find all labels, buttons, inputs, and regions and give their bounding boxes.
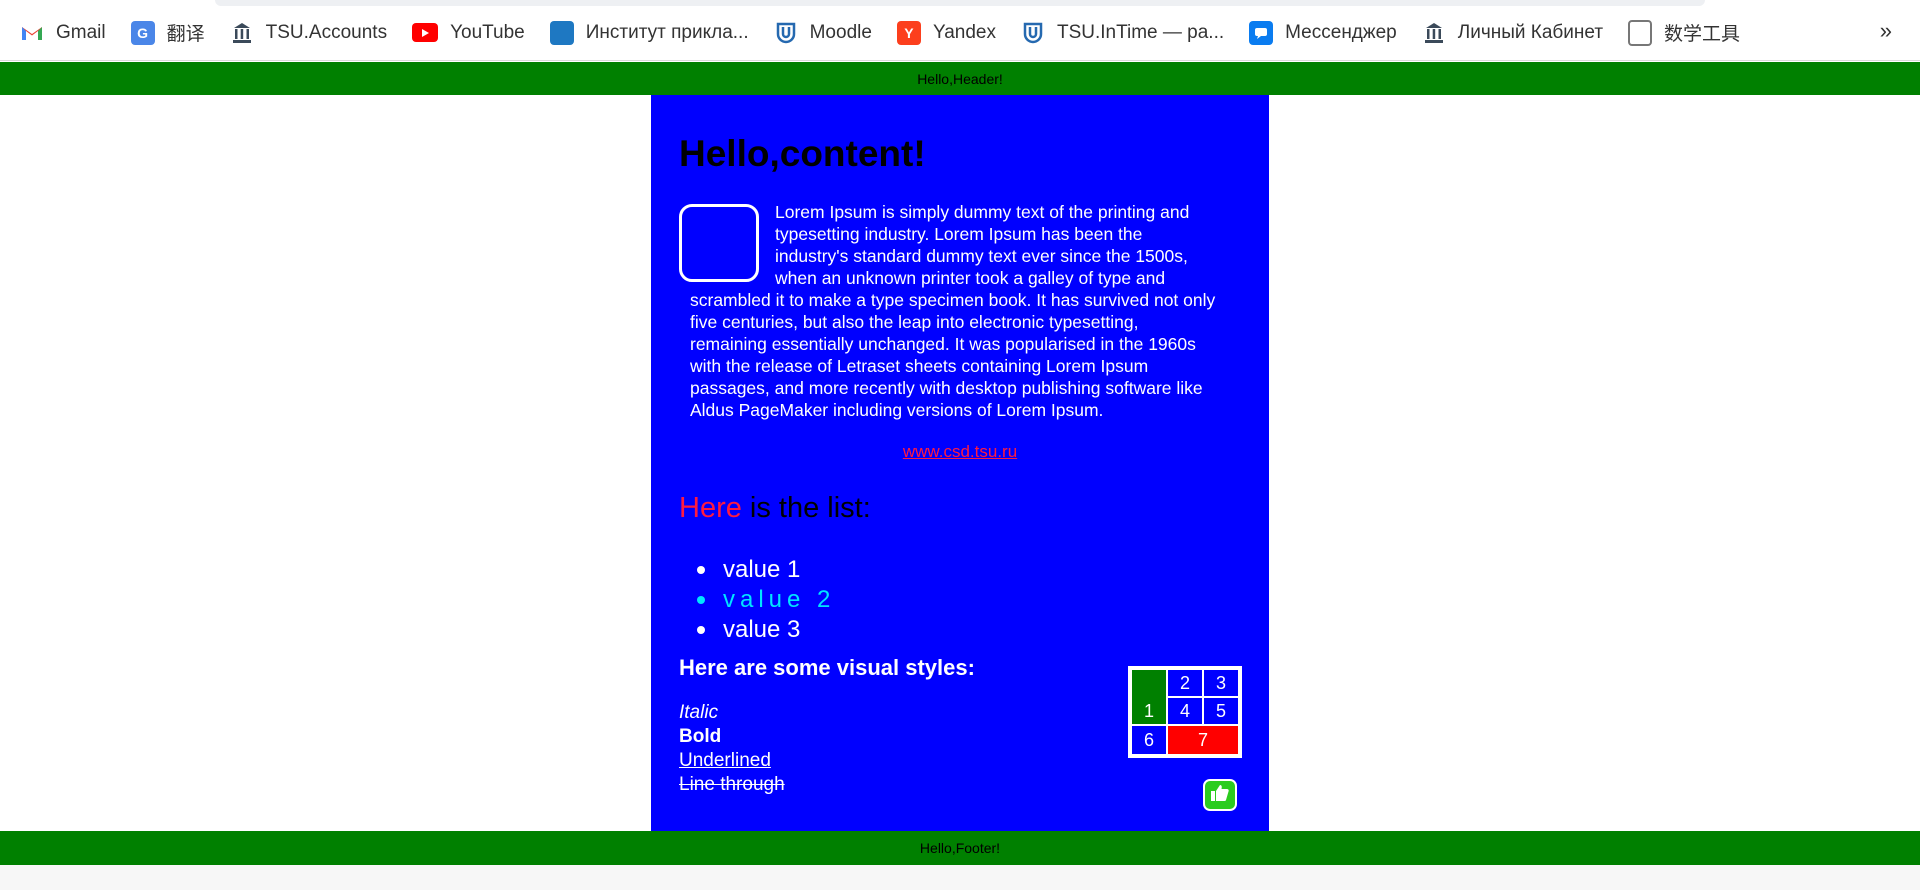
bookmark-institute[interactable]: Институт прикла... <box>549 20 749 45</box>
bookmark-label: Yandex <box>932 21 996 43</box>
bookmark-label: Moodle <box>809 21 872 43</box>
bookmark-label: Мессенджер <box>1285 21 1397 43</box>
lorem-line: Lorem Ipsum is simply dummy text of the … <box>775 202 1190 222</box>
page-bottom-area <box>0 865 1920 890</box>
csd-link[interactable]: www.csd.tsu.ru <box>651 442 1269 462</box>
value-list: value 1 value 2 value 3 <box>697 555 835 645</box>
lorem-line: remaining essentially unchanged. It was … <box>690 334 1196 354</box>
page-icon <box>1628 19 1653 46</box>
styles-list: Italic Bold Underlined Line through <box>679 701 785 797</box>
page-footer: Hello,Footer! <box>0 831 1920 865</box>
image-placeholder <box>679 204 759 282</box>
lorem-line: scrambled it to make a type specimen boo… <box>690 290 1216 310</box>
lorem-line: industry's standard dummy text ever sinc… <box>775 246 1188 266</box>
more-bookmarks-button[interactable]: » <box>1880 18 1892 44</box>
tab-strip-edge <box>215 0 1705 6</box>
bookmark-label: TSU.InTime — ра... <box>1056 21 1225 43</box>
bullet-icon <box>697 566 705 574</box>
content-panel: Hello,content! Lorem Ipsum is simply dum… <box>651 95 1269 831</box>
list-item: value 1 <box>697 555 835 585</box>
table-cell: 1 <box>1130 668 1168 726</box>
thumbs-up-icon <box>1210 784 1230 807</box>
lorem-line: passages, and more recently with desktop… <box>690 378 1203 398</box>
numbers-table: 1 2 3 4 5 6 7 <box>1128 666 1242 758</box>
bookmark-tsu-intime[interactable]: TSU.InTime — ра... <box>1021 21 1224 45</box>
header-text: Hello,Header! <box>917 70 1003 87</box>
bookmark-messenger[interactable]: Мессенджер <box>1249 20 1397 45</box>
list-heading-highlight: Here <box>679 492 742 524</box>
list-item: value 2 <box>697 585 835 615</box>
bookmarks-list: Gmail G 翻译 TSU.Accounts YouTube Институт… <box>20 19 1765 46</box>
like-button[interactable] <box>1203 779 1237 811</box>
bookmark-tsu-accounts[interactable]: TSU.Accounts <box>230 21 387 45</box>
bookmark-label: 数学工具 <box>1664 24 1741 45</box>
content-title: Hello,content! <box>679 133 926 174</box>
list-item-label: value 3 <box>723 616 801 643</box>
table-cell: 7 <box>1166 724 1240 756</box>
table-cell: 3 <box>1202 668 1240 698</box>
bookmark-label: 翻译 <box>166 24 205 45</box>
bank-icon <box>230 21 254 45</box>
lorem-line: Aldus PageMaker including versions of Lo… <box>690 400 1104 420</box>
lorem-line: when an unknown printer took a galley of… <box>775 268 1166 288</box>
bullet-icon <box>697 626 705 634</box>
bookmark-yandex[interactable]: Y Yandex <box>896 20 996 45</box>
line-through-text: Line through <box>679 774 785 795</box>
chat-icon <box>1249 20 1274 45</box>
page-header: Hello,Header! <box>0 62 1920 95</box>
styles-heading: Here are some visual styles: <box>679 655 975 680</box>
bookmarks-bar: Gmail G 翻译 TSU.Accounts YouTube Институт… <box>0 0 1920 61</box>
bookmark-label: TSU.Accounts <box>265 21 388 43</box>
moodle-icon <box>1021 21 1045 45</box>
bookmark-label: Институт прикла... <box>585 21 749 43</box>
moodle-icon <box>774 21 798 45</box>
lorem-line: with the release of Letraset sheets cont… <box>690 356 1149 376</box>
table-cell: 5 <box>1202 696 1240 726</box>
underlined-text: Underlined <box>679 750 771 771</box>
bold-text: Bold <box>679 726 722 747</box>
bookmark-translate[interactable]: G 翻译 <box>130 19 205 46</box>
bookmark-label: Gmail <box>56 21 106 43</box>
bookmark-gmail[interactable]: Gmail <box>20 21 106 45</box>
footer-text: Hello,Footer! <box>919 840 1001 856</box>
yandex-icon: Y <box>896 20 921 45</box>
list-item-label: value 1 <box>723 556 801 583</box>
bookmark-youtube[interactable]: YouTube <box>412 22 525 44</box>
bookmark-label: Личный Кабинет <box>1457 21 1604 43</box>
list-heading: Here is the list: <box>679 492 871 525</box>
bookmark-label: YouTube <box>450 21 525 43</box>
lorem-line: typesetting industry. Lorem Ipsum has be… <box>775 224 1143 244</box>
bank-icon <box>1422 21 1446 45</box>
table-cell: 2 <box>1166 668 1204 698</box>
bookmark-moodle[interactable]: Moodle <box>774 21 872 45</box>
lorem-line: five centuries, but also the leap into e… <box>690 312 1139 332</box>
italic-text: Italic <box>679 702 719 723</box>
list-item-label: value 2 <box>723 586 836 613</box>
youtube-icon <box>412 23 439 42</box>
bullet-icon <box>697 596 705 604</box>
bookmark-personal-cabinet[interactable]: Личный Кабинет <box>1422 21 1603 45</box>
list-heading-rest: is the list: <box>741 492 871 524</box>
gmail-icon <box>20 21 44 45</box>
bookmark-math-tools[interactable]: 数学工具 <box>1628 19 1740 46</box>
table-cell: 4 <box>1166 696 1204 726</box>
table-cell: 6 <box>1130 724 1168 756</box>
drupal-icon <box>549 20 574 45</box>
list-item: value 3 <box>697 615 835 645</box>
translate-icon: G <box>130 20 155 45</box>
